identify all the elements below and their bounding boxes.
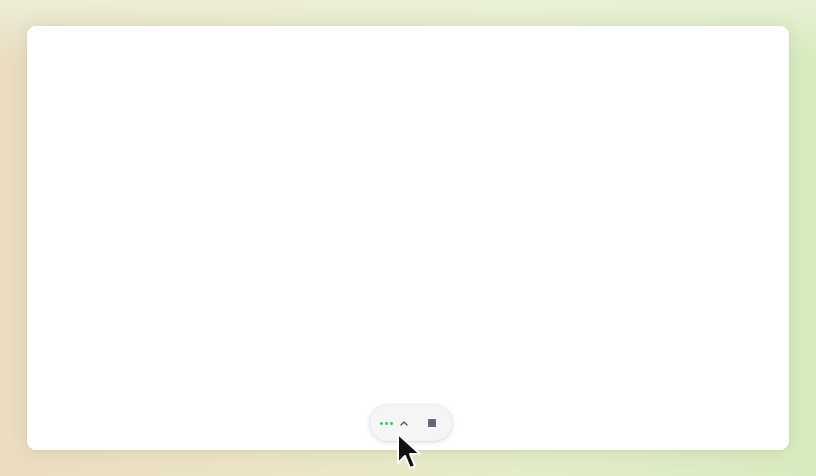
stop-square-icon	[428, 419, 436, 427]
app-window	[27, 26, 789, 450]
chevron-up-icon	[400, 421, 408, 426]
expand-button[interactable]	[396, 414, 412, 432]
recording-activity-dots-icon	[380, 422, 393, 425]
stop-recording-button[interactable]	[424, 415, 440, 431]
mouse-pointer-icon	[397, 433, 421, 469]
